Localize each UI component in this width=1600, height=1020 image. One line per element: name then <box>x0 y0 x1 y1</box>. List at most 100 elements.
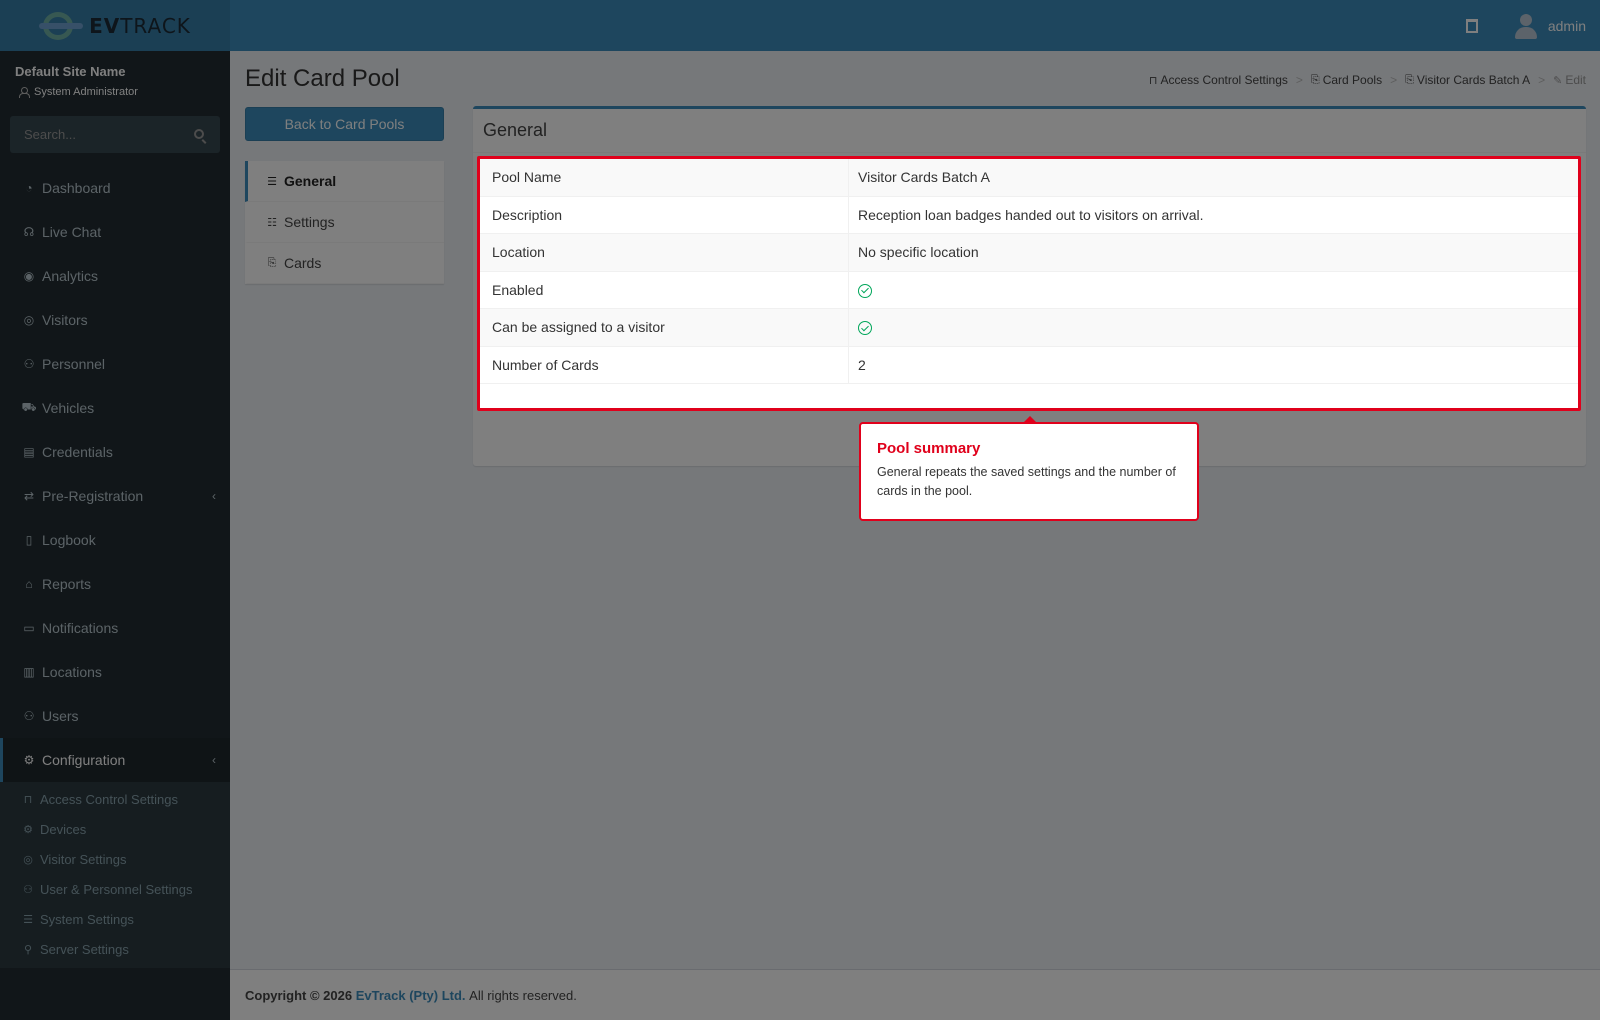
sidebar-item-pre-registration[interactable]: ⇄ Pre-Registration ‹ <box>0 474 230 518</box>
configuration-submenu: ⊓ Access Control Settings ⚙ Devices ◎ Visit… <box>0 782 230 968</box>
sidebar-item-label: Personnel <box>42 356 106 372</box>
table-row: Location No specific location <box>480 234 1578 272</box>
location-label: Location <box>480 234 849 271</box>
company-link[interactable]: EvTrack (Pty) Ltd. <box>356 988 466 1003</box>
tab-label: General <box>284 173 337 189</box>
tab-cards[interactable]: ⎘ Cards <box>245 243 444 284</box>
breadcrumb-pool[interactable]: ⎘ Visitor Cards Batch A <box>1405 73 1530 87</box>
search-icon[interactable] <box>194 129 204 139</box>
breadcrumb-separator: > <box>1390 73 1398 87</box>
sidebar-item-label: Vehicles <box>42 400 95 416</box>
sidebar-item-label: Visitors <box>42 312 88 328</box>
callout-title: Pool summary <box>877 440 981 457</box>
personnel-icon: ⚇ <box>23 357 35 371</box>
number-of-cards-label: Number of Cards <box>480 346 849 383</box>
tab-general[interactable]: ☰ General <box>245 161 444 202</box>
location-value: No specific location <box>858 244 979 261</box>
cards-icon: ⎘ <box>1310 73 1320 86</box>
sidebar-item-configuration[interactable]: ⚙ Configuration ‹ <box>0 738 230 782</box>
sidebar-item-users[interactable]: ⚇ Users <box>0 694 230 738</box>
users-icon: ⚇ <box>23 709 35 723</box>
sidebar-item-visitors[interactable]: ◎ Visitors <box>0 298 230 342</box>
breadcrumb-card-pools[interactable]: ⎘ Card Pools <box>1311 73 1382 87</box>
sidebar-item-label: Configuration <box>42 752 126 768</box>
sidebar-item-label: Notifications <box>42 620 119 636</box>
sidebar-menu: ◔ Dashboard ☊ Live Chat ◉ Analytics ◎ Visito… <box>0 166 230 968</box>
description-value: Reception loan badges handed out to visi… <box>858 206 1204 223</box>
calendar-icon[interactable] <box>1465 18 1478 33</box>
book-icon: ▯ <box>25 533 33 547</box>
page-title: Edit Card Pool <box>245 65 400 92</box>
submenu-access-control-settings[interactable]: ⊓ Access Control Settings <box>0 784 230 814</box>
sidebar-item-personnel[interactable]: ⚇ Personnel <box>0 342 230 386</box>
submenu-label: System Settings <box>40 911 134 927</box>
submenu-system-settings[interactable]: ☰ System Settings <box>0 904 230 934</box>
tab-label: Cards <box>284 255 322 271</box>
chat-icon: ▭ <box>23 621 35 635</box>
submenu-label: Devices <box>40 821 87 837</box>
dashboard-icon: ◔ <box>25 181 33 195</box>
sidebar-item-label: Locations <box>42 664 102 680</box>
cards-icon: ⎘ <box>1405 73 1414 86</box>
tab-label: Settings <box>284 214 335 230</box>
sidebar: Default Site Name System Administrator ◔… <box>0 51 230 1020</box>
submenu-visitor-settings[interactable]: ◎ Visitor Settings <box>0 844 230 874</box>
server-icon: ⚲ <box>23 943 33 956</box>
sidebar-item-notifications[interactable]: ▭ Notifications <box>0 606 230 650</box>
analytics-icon: ◉ <box>23 269 35 283</box>
submenu-label: User & Personnel Settings <box>40 881 193 897</box>
sliders-icon: ☰ <box>23 913 33 926</box>
breadcrumb-access-control-settings[interactable]: ⊓ Access Control Settings <box>1149 73 1288 87</box>
user-avatar-icon[interactable] <box>1514 12 1538 40</box>
site-name: Default Site Name <box>15 64 126 79</box>
pencil-icon: ✎ <box>1553 74 1563 87</box>
pool-name-value: Visitor Cards Batch A <box>858 169 991 186</box>
lock-icon: ⊓ <box>23 793 33 806</box>
logo-mark-icon <box>39 11 84 41</box>
table-row: Number of Cards 2 <box>480 346 1578 384</box>
sidebar-item-live-chat[interactable]: ☊ Live Chat <box>0 210 230 254</box>
sliders-icon: ☷ <box>267 216 277 229</box>
breadcrumb-separator: > <box>1538 73 1546 87</box>
sidebar-item-locations[interactable]: ▥ Locations <box>0 650 230 694</box>
breadcrumb-label: Edit <box>1565 73 1586 87</box>
submenu-server-settings[interactable]: ⚲ Server Settings <box>0 934 230 964</box>
sidebar-item-vehicles[interactable]: ⛟ Vehicles <box>0 386 230 430</box>
submenu-devices[interactable]: ⚙ Devices <box>0 814 230 844</box>
sidebar-item-label: Credentials <box>42 444 113 460</box>
copyright-text: Copyright © 2026 <box>245 987 353 1003</box>
user-role: System Administrator <box>34 86 138 98</box>
sidebar-item-analytics[interactable]: ◉ Analytics <box>0 254 230 298</box>
id-card-icon: ▤ <box>23 445 35 459</box>
pool-details-table: Pool Name Visitor Cards Batch A Descript… <box>480 159 1578 384</box>
headset-icon: ☊ <box>23 225 35 239</box>
brand-logo[interactable]: EVTRACK <box>0 0 230 51</box>
submenu-user-personnel-settings[interactable]: ⚇ User & Personnel Settings <box>0 874 230 904</box>
sidebar-item-label: Logbook <box>42 532 96 548</box>
assignable-label: Can be assigned to a visitor <box>480 309 849 346</box>
table-row: Can be assigned to a visitor <box>480 309 1578 347</box>
eye-icon: ◎ <box>23 853 33 866</box>
number-of-cards-value: 2 <box>858 356 866 373</box>
sidebar-item-reports[interactable]: ⌂ Reports <box>0 562 230 606</box>
submenu-label: Visitor Settings <box>40 851 127 867</box>
sidebar-item-label: Pre-Registration <box>42 488 144 504</box>
sidebar-item-dashboard[interactable]: ◔ Dashboard <box>0 166 230 210</box>
sidebar-item-logbook[interactable]: ▯ Logbook <box>0 518 230 562</box>
breadcrumb-edit: ✎ Edit <box>1553 73 1586 87</box>
back-to-card-pools-button[interactable]: Back to Card Pools <box>245 107 444 141</box>
logo-text: EVTRACK <box>89 13 191 38</box>
tab-settings[interactable]: ☷ Settings <box>245 202 444 243</box>
sidebar-item-label: Dashboard <box>42 180 111 196</box>
list-icon: ☰ <box>267 175 277 188</box>
sidebar-item-credentials[interactable]: ▤ Credentials <box>0 430 230 474</box>
gear-icon: ⚙ <box>23 753 35 767</box>
cog-icon: ⚙ <box>23 823 33 836</box>
map-icon: ▥ <box>23 665 35 679</box>
submenu-label: Access Control Settings <box>40 791 179 807</box>
top-header: EVTRACK admin <box>0 0 1600 51</box>
search-input[interactable] <box>10 116 220 153</box>
footer: Copyright © 2026 EvTrack (Pty) Ltd. All … <box>230 969 1600 1020</box>
user-name[interactable]: admin <box>1548 18 1586 34</box>
enabled-label: Enabled <box>480 271 849 308</box>
